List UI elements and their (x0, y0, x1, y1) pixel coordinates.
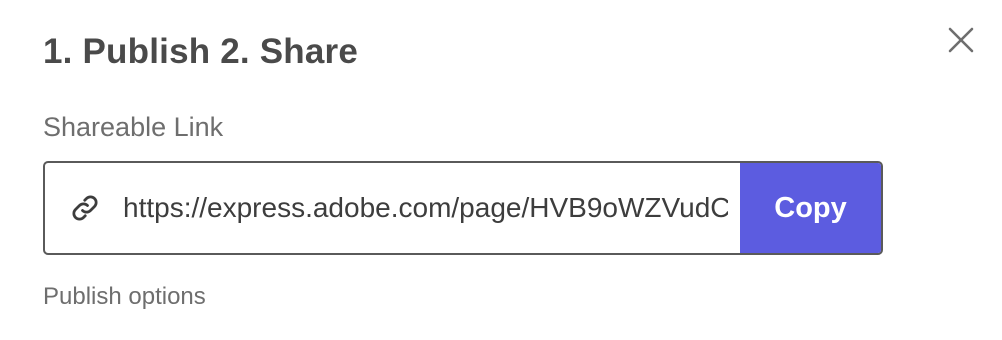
shareable-link-field: Copy (43, 161, 883, 255)
copy-button[interactable]: Copy (740, 163, 881, 253)
close-button[interactable] (940, 20, 982, 60)
shareable-link-input[interactable] (119, 163, 740, 253)
dialog-title: 1. Publish 2. Share (43, 32, 359, 71)
close-icon (948, 27, 974, 53)
shareable-link-label: Shareable Link (43, 112, 224, 142)
publish-options-link[interactable]: Publish options (43, 282, 206, 312)
link-icon (45, 163, 119, 253)
share-dialog: 1. Publish 2. Share Shareable Link Copy … (0, 0, 1002, 340)
